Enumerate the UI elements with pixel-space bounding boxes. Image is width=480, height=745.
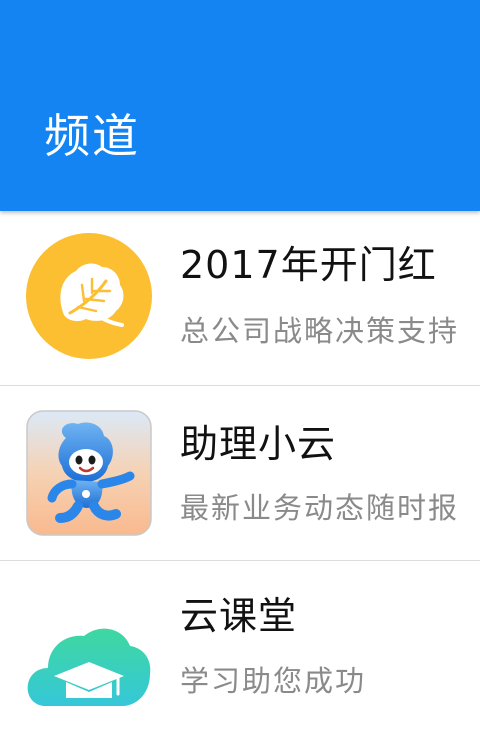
channel-title: 2017年开门红: [180, 243, 437, 287]
app-header: 频道: [0, 0, 480, 211]
channel-item-cloud-class[interactable]: 云课堂 学习助您成功: [0, 561, 480, 735]
channel-item-assistant[interactable]: 助理小云 最新业务动态随时报: [0, 386, 480, 561]
page-title: 频道: [44, 109, 140, 163]
cloud-graduation-cap-icon: [27, 628, 151, 706]
leaf-icon: [26, 233, 152, 359]
channel-subtitle: 总公司战略决策支持: [180, 314, 460, 348]
channel-list: 2017年开门红 总公司战略决策支持 助理小云 最新业务动态随时报 云课堂 学习…: [0, 211, 480, 735]
mascot-icon: [26, 410, 152, 536]
channel-title: 助理小云: [180, 422, 337, 466]
channel-subtitle: 学习助您成功: [180, 664, 367, 698]
channel-subtitle: 最新业务动态随时报: [180, 491, 460, 525]
channel-title: 云课堂: [180, 594, 298, 638]
channel-item-kaimenhong[interactable]: 2017年开门红 总公司战略决策支持: [0, 211, 480, 386]
